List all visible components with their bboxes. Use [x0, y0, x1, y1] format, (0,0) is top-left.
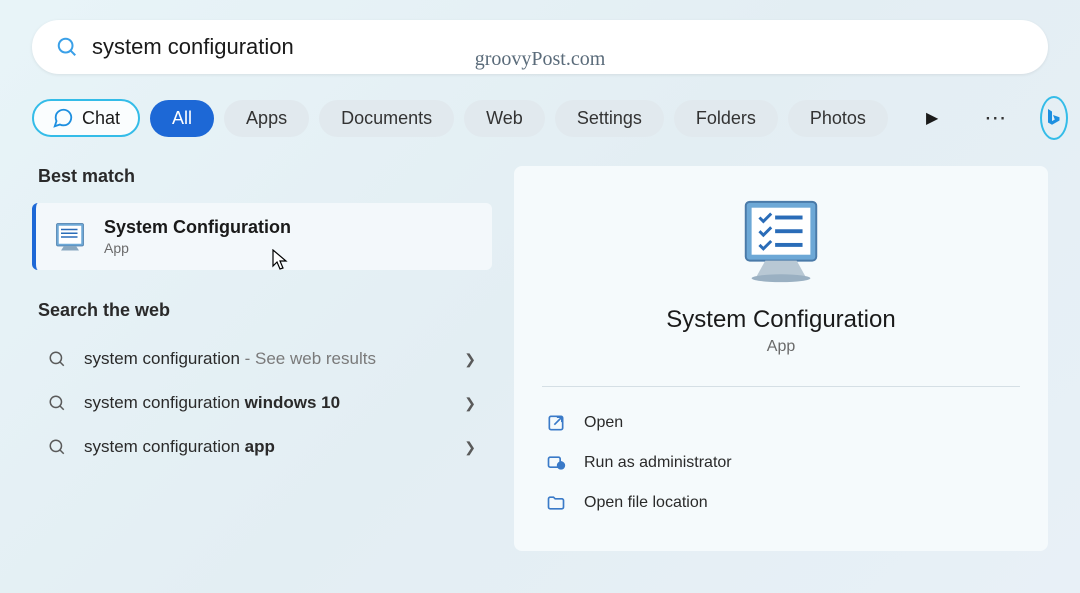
shield-icon [546, 453, 566, 473]
web-result-0[interactable]: system configuration - See web results ❯ [32, 337, 492, 381]
search-icon [56, 36, 78, 58]
chat-label: Chat [82, 108, 120, 129]
action-label: Open file location [584, 494, 708, 512]
web-result-2[interactable]: system configuration app ❯ [32, 425, 492, 469]
folder-icon [546, 493, 566, 513]
chevron-right-icon: ❯ [464, 351, 476, 368]
search-icon [48, 350, 66, 368]
action-label: Open [584, 414, 623, 432]
tab-settings[interactable]: Settings [555, 100, 664, 137]
web-result-1[interactable]: system configuration windows 10 ❯ [32, 381, 492, 425]
detail-panel: System Configuration App Open Run as adm… [514, 166, 1048, 551]
results-panel: Best match System Configuration App Sear… [32, 166, 492, 551]
tab-photos[interactable]: Photos [788, 100, 888, 137]
scroll-right-icon[interactable]: ▶ [908, 108, 956, 128]
web-result-text: system configuration - See web results [84, 349, 446, 369]
best-match-header: Best match [32, 166, 492, 187]
web-result-text: system configuration app [84, 437, 446, 457]
msconfig-icon [52, 219, 88, 255]
msconfig-large-icon [734, 194, 828, 288]
search-icon [48, 438, 66, 456]
bing-button[interactable] [1040, 96, 1068, 140]
best-match-title: System Configuration [104, 217, 291, 238]
web-result-text: system configuration windows 10 [84, 393, 446, 413]
divider [542, 386, 1020, 387]
action-run-admin[interactable]: Run as administrator [542, 443, 1020, 483]
bing-chat-icon [52, 107, 74, 129]
chat-pill[interactable]: Chat [32, 99, 140, 137]
bing-icon [1042, 106, 1066, 130]
tab-documents[interactable]: Documents [319, 100, 454, 137]
more-icon[interactable]: ⋯ [966, 105, 1024, 131]
action-label: Run as administrator [584, 454, 732, 472]
tab-web[interactable]: Web [464, 100, 545, 137]
search-icon [48, 394, 66, 412]
best-match-item[interactable]: System Configuration App [32, 203, 492, 270]
action-open[interactable]: Open [542, 403, 1020, 443]
best-match-subtitle: App [104, 240, 291, 256]
chevron-right-icon: ❯ [464, 439, 476, 456]
tab-folders[interactable]: Folders [674, 100, 778, 137]
detail-subtitle: App [767, 338, 795, 356]
chevron-right-icon: ❯ [464, 395, 476, 412]
cursor-icon [272, 249, 290, 271]
open-icon [546, 413, 566, 433]
watermark-text: groovyPost.com [475, 48, 606, 71]
detail-title: System Configuration [666, 306, 895, 334]
filter-row: Chat All Apps Documents Web Settings Fol… [32, 96, 1048, 140]
action-open-location[interactable]: Open file location [542, 483, 1020, 523]
web-header: Search the web [32, 300, 492, 321]
tab-apps[interactable]: Apps [224, 100, 309, 137]
tab-all[interactable]: All [150, 100, 214, 137]
